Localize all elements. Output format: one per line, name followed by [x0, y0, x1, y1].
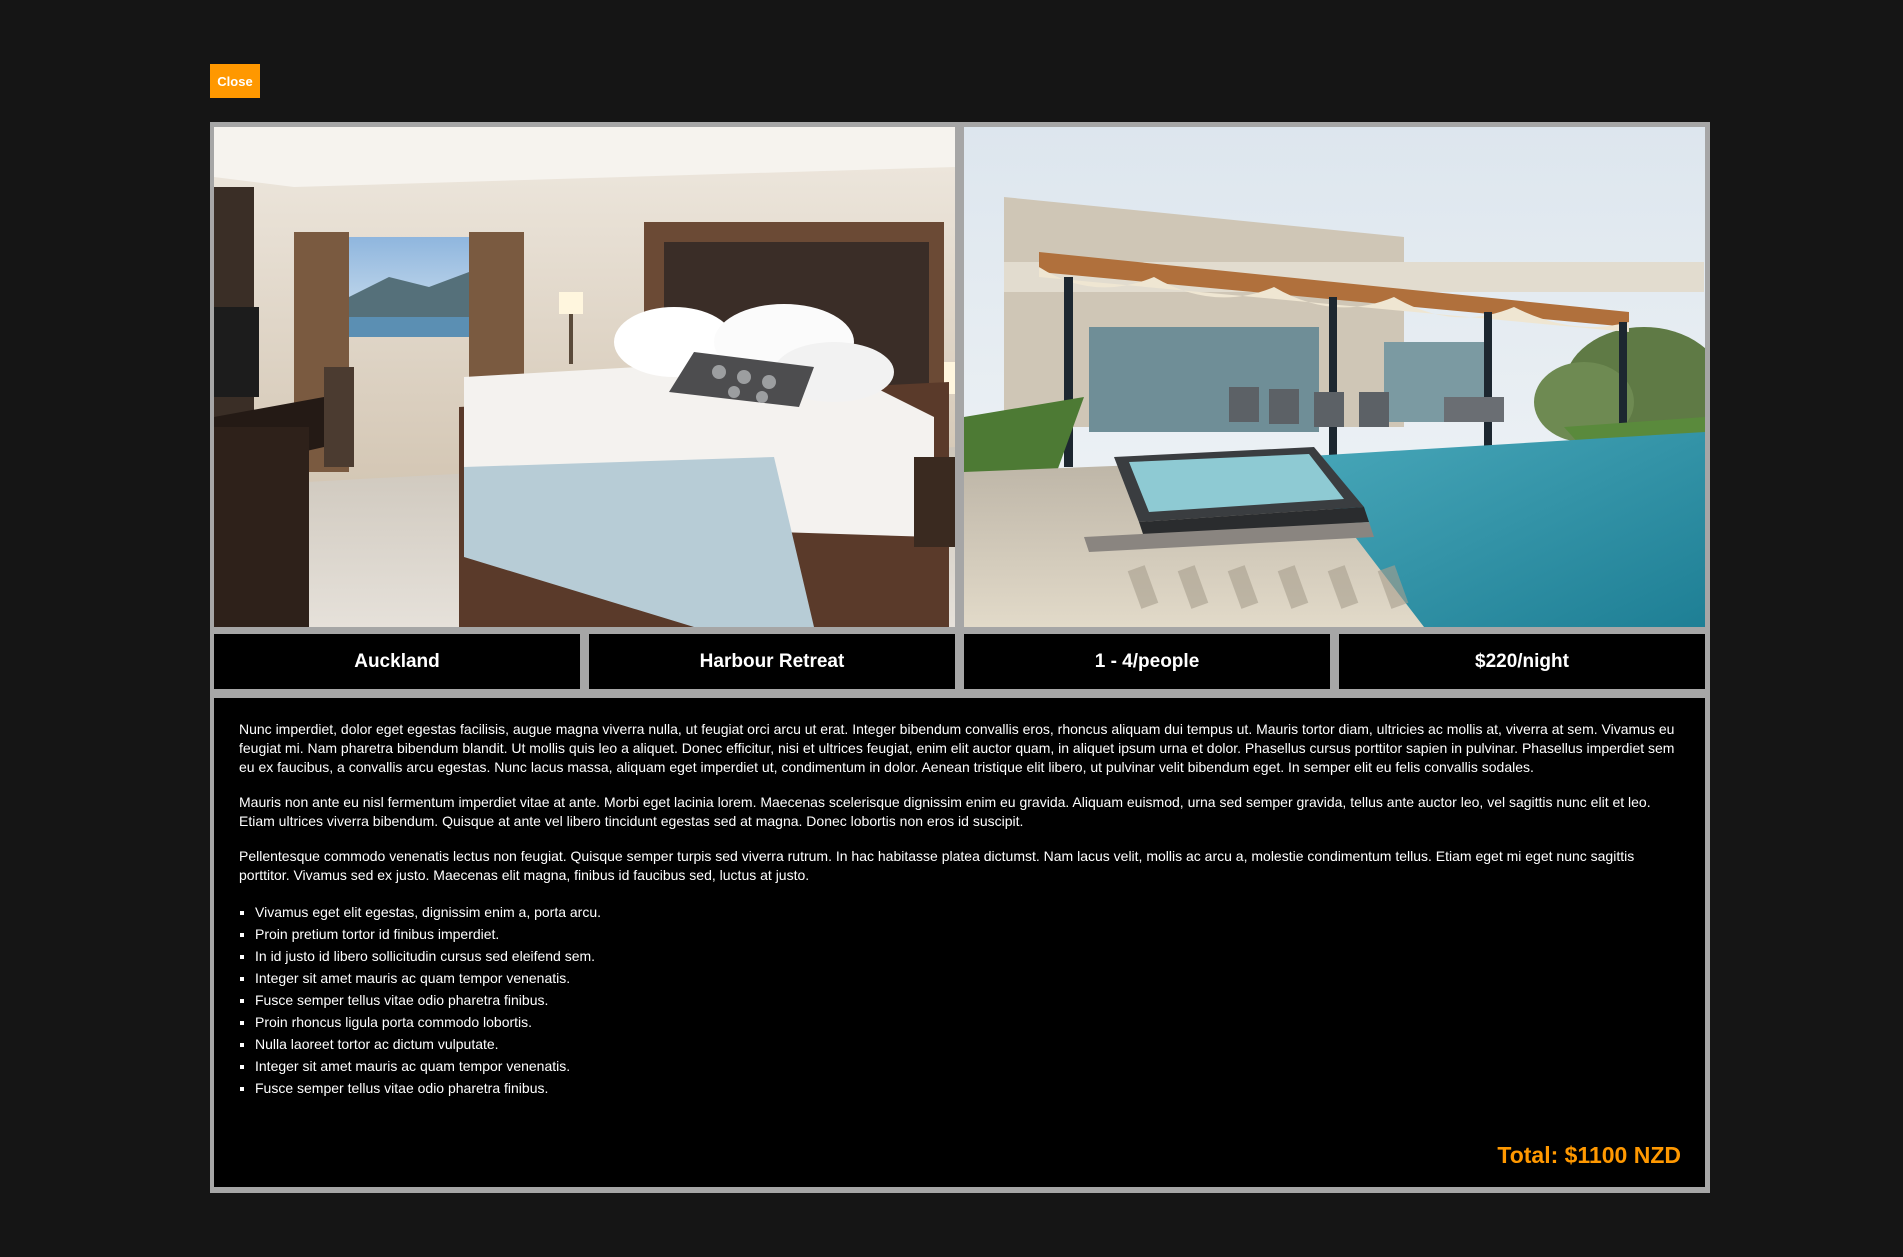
- description-paragraph: Mauris non ante eu nisl fermentum imperd…: [239, 794, 1651, 829]
- list-item: Vivamus eget elit egestas, dignissim eni…: [255, 901, 1680, 923]
- list-item: Proin pretium tortor id finibus imperdie…: [255, 923, 1680, 945]
- hotel-bedroom-photo: [214, 127, 955, 627]
- price-cell: $220/night: [1339, 634, 1705, 689]
- list-item: Proin rhoncus ligula porta commodo lobor…: [255, 1011, 1680, 1033]
- listing-modal: Auckland Harbour Retreat 1 - 4/people $2…: [210, 122, 1710, 1193]
- list-item: In id justo id libero sollicitudin cursu…: [255, 945, 1680, 967]
- capacity-cell: 1 - 4/people: [964, 634, 1330, 689]
- description-panel: Nunc imperdiet, dolor eget egestas facil…: [214, 698, 1705, 1187]
- feature-list: Vivamus eget elit egestas, dignissim eni…: [239, 901, 1680, 1099]
- list-item: Integer sit amet mauris ac quam tempor v…: [255, 967, 1680, 989]
- list-item: Fusce semper tellus vitae odio pharetra …: [255, 1077, 1680, 1099]
- total-price: Total: $1100 NZD: [1497, 1142, 1681, 1168]
- description-paragraph: Nunc imperdiet, dolor eget egestas facil…: [239, 721, 1675, 775]
- close-button[interactable]: Close: [210, 64, 260, 98]
- page: Close Auckland Harbour Retreat 1 - 4/peo…: [0, 0, 1903, 1257]
- description-paragraph: Pellentesque commodo venenatis lectus no…: [239, 848, 1635, 883]
- villa-pool-photo: [964, 127, 1705, 627]
- list-item: Fusce semper tellus vitae odio pharetra …: [255, 989, 1680, 1011]
- property-name-cell: Harbour Retreat: [589, 634, 955, 689]
- location-cell: Auckland: [214, 634, 580, 689]
- list-item: Integer sit amet mauris ac quam tempor v…: [255, 1055, 1680, 1077]
- list-item: Nulla laoreet tortor ac dictum vulputate…: [255, 1033, 1680, 1055]
